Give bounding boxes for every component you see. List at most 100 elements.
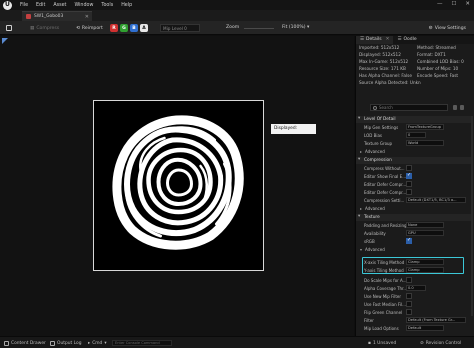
menu-tools[interactable]: Tools	[101, 3, 113, 8]
compress-label: Compress	[36, 25, 60, 31]
section-level-of-detail[interactable]: ▾ Level Of Detail	[356, 116, 473, 123]
channel-r-toggle[interactable]: R	[110, 24, 118, 32]
chevron-down-icon: ▾	[360, 247, 363, 252]
document-tab-title: SW1_Gobo03	[34, 14, 64, 19]
document-tab[interactable]: SW1_Gobo03 ✕	[22, 11, 92, 21]
texture-viewport[interactable]: Displayed: 512x512	[0, 36, 354, 336]
channel-g-toggle[interactable]: G	[120, 24, 128, 32]
section-texture-label: Texture	[364, 215, 380, 220]
prop-label: Mip Load Options	[364, 326, 399, 331]
maximize-icon[interactable]: ☐	[451, 1, 456, 7]
cmd-label: Cmd	[92, 340, 103, 346]
chevron-down-icon: ▾	[358, 116, 361, 121]
availability-select[interactable]: GPU	[406, 230, 444, 236]
editor-show-final-checkbox[interactable]	[406, 172, 412, 179]
gear-icon: ⚙	[428, 25, 433, 31]
mip-level-select[interactable]: Mip Level 0	[160, 24, 200, 32]
info-imported: Imported: 512x512	[359, 45, 400, 50]
toolbar: ▦ Compress ⟲ Reimport R G B A Mip Level …	[0, 21, 474, 35]
flip-green-checkbox[interactable]	[406, 309, 412, 315]
lod-bias-input[interactable]: 0	[406, 132, 426, 138]
prop-srgb: sRGB	[356, 237, 473, 245]
channel-b-toggle[interactable]: B	[130, 24, 138, 32]
close-tab-icon[interactable]: ✕	[85, 14, 89, 20]
close-window-icon[interactable]: ✕	[465, 1, 470, 7]
info-method: Method: Streamed	[417, 45, 456, 50]
compress-button[interactable]: ▦ Compress	[30, 24, 59, 32]
prop-flip-green: Flip Green Channel	[356, 309, 473, 316]
window-controls: — ☐ ✕	[437, 1, 470, 7]
unreal-logo-icon[interactable]	[3, 0, 12, 10]
output-log-button[interactable]: Output Log	[50, 340, 82, 346]
menu-file[interactable]: File	[20, 3, 28, 8]
texture-group-select[interactable]: World	[406, 140, 444, 146]
zoom-slider[interactable]	[244, 28, 274, 29]
mip-gen-settings-select[interactable]: FromTextureGroup	[406, 124, 444, 130]
save-button[interactable]	[6, 24, 12, 32]
alpha-coverage-input[interactable]: 0.0	[406, 285, 426, 291]
texture-advanced-toggle[interactable]: ▾ Advanced	[356, 247, 473, 253]
texture-icon	[26, 14, 31, 19]
output-log-label: Output Log	[57, 340, 82, 346]
prop-label: LOD Bias	[364, 133, 382, 138]
compression-advanced-toggle[interactable]: ▸ Advanced	[356, 206, 473, 212]
tab-oodle-label: Oodle	[403, 37, 417, 42]
use-fast-median-checkbox[interactable]	[406, 301, 412, 307]
do-scale-mips-checkbox[interactable]	[406, 277, 412, 283]
filter-icon[interactable]	[453, 105, 457, 110]
view-settings-button[interactable]: ⚙ View Settings	[429, 24, 466, 32]
texture-preview	[93, 100, 264, 271]
compress-without-checkbox[interactable]	[406, 165, 412, 171]
console-command-input[interactable]: Enter Console Command	[112, 340, 172, 346]
view-settings-label: View Settings	[434, 25, 466, 31]
tab-oodle[interactable]: ☰ Oodle	[393, 36, 420, 44]
editor-defer-compr-checkbox[interactable]	[406, 181, 412, 187]
unsaved-indicator[interactable]: ▪ 1 Unsaved	[368, 340, 396, 346]
cmd-select[interactable]: ▸ Cmd ▾	[88, 340, 107, 346]
search-input[interactable]: Search	[370, 104, 448, 111]
settings-icon[interactable]	[460, 105, 464, 110]
panel-scrollbar[interactable]	[471, 116, 473, 316]
menu-help[interactable]: Help	[121, 3, 132, 8]
prop-use-new-mip-filter: Use New Mip Filter	[356, 293, 473, 300]
prop-filter: Filter Default (From Texture Gr...	[356, 317, 473, 324]
lod-advanced-toggle[interactable]: ▸ Advanced	[356, 149, 473, 155]
mip-load-options-select[interactable]: Default	[406, 325, 444, 331]
editor-defer-compr-2-checkbox[interactable]	[406, 189, 412, 195]
revision-control-button[interactable]: ⊘ Revision Control	[420, 340, 461, 346]
prop-label: Alpha Coverage Thr...	[364, 286, 408, 291]
close-details-icon[interactable]: ✕	[386, 36, 390, 44]
viewport-options-icon[interactable]	[2, 38, 8, 44]
padding-resizing-select[interactable]: None	[406, 222, 444, 228]
menu-edit[interactable]: Edit	[36, 3, 45, 8]
compress-icon: ▦	[30, 25, 35, 31]
prop-label: Do Scale Mips for A...	[364, 278, 407, 283]
menu-window[interactable]: Window	[74, 3, 93, 8]
srgb-checkbox[interactable]	[406, 237, 412, 244]
info-max-in-game: Max In-Game: 512x512	[359, 59, 409, 64]
use-new-mip-filter-checkbox[interactable]	[406, 293, 412, 299]
minimize-icon[interactable]: —	[437, 1, 443, 7]
advanced-label: Advanced	[365, 206, 385, 211]
filter-select[interactable]: Default (From Texture Gr...	[406, 317, 466, 323]
prop-label: Flip Green Channel	[364, 310, 403, 315]
section-lod-label: Level Of Detail	[364, 117, 396, 122]
section-texture[interactable]: ▾ Texture	[356, 214, 473, 221]
search-icon	[373, 106, 377, 110]
section-compression[interactable]: ▾ Compression	[356, 157, 473, 164]
tab-details[interactable]: ☰ Details ✕	[356, 36, 394, 44]
compression-settings-select[interactable]: Default (DXT1/5, BC1/3 o...	[406, 197, 466, 203]
channel-a-toggle[interactable]: A	[140, 24, 148, 32]
prop-texture-group: Texture Group World	[356, 140, 473, 147]
details-icon: ☰	[360, 37, 365, 42]
content-drawer-button[interactable]: Content Drawer	[4, 340, 46, 346]
prop-label: Padding and Resizing	[364, 223, 407, 228]
prop-label: sRGB	[364, 239, 375, 244]
zoom-select[interactable]: Fit (100%) ▾	[282, 24, 342, 32]
menu-asset[interactable]: Asset	[53, 3, 66, 8]
content-drawer-label: Content Drawer	[11, 340, 46, 346]
info-source-alpha: Source Alpha Detected: Unkn	[359, 80, 421, 85]
reimport-button[interactable]: ⟲ Reimport	[76, 24, 103, 32]
section-compression-label: Compression	[364, 158, 392, 163]
reimport-label: Reimport	[81, 25, 103, 31]
